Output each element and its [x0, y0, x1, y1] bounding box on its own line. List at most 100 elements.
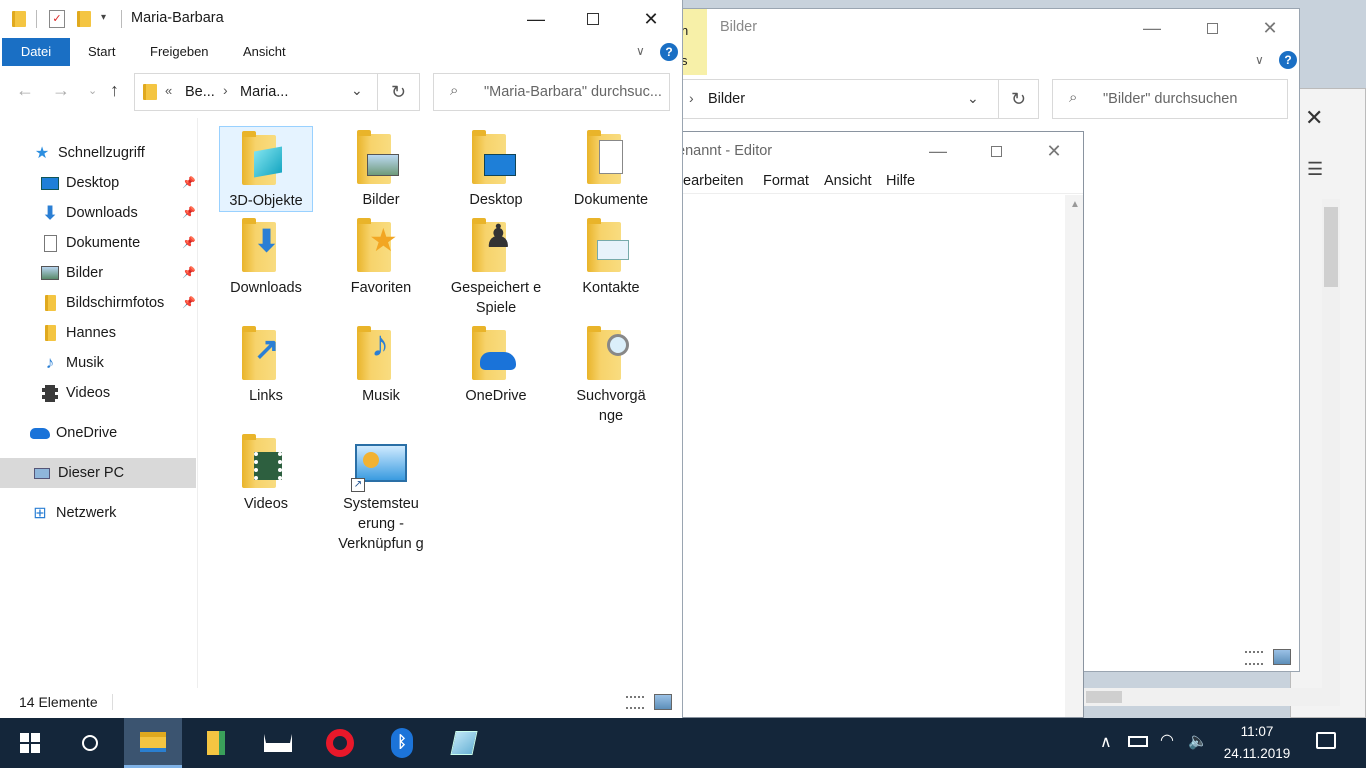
taskbar-bluetooth[interactable]: ᛒ: [374, 718, 430, 768]
clock-time[interactable]: 11:07: [1222, 724, 1292, 739]
search-field[interactable]: ⌕ "Bilder" durchsuchen: [1052, 79, 1288, 119]
menu-ansicht[interactable]: Ansicht: [824, 173, 872, 189]
folder-music-icon: ♪: [351, 326, 411, 386]
vertical-scrollbar[interactable]: ▲: [1065, 195, 1083, 717]
nav-videos[interactable]: Videos: [0, 378, 196, 408]
nav-network[interactable]: ⊞ Netzwerk: [0, 498, 196, 528]
details-view-icon[interactable]: [626, 696, 644, 709]
properties-icon[interactable]: ✓: [49, 10, 65, 28]
tile-pictures[interactable]: Bilder: [334, 126, 428, 210]
tab-ansicht[interactable]: Ansicht: [243, 38, 286, 66]
tile-contacts[interactable]: Kontakte: [564, 214, 658, 298]
minimize-button[interactable]: —: [507, 0, 565, 38]
tile-documents[interactable]: Dokumente: [564, 126, 658, 210]
pin-icon[interactable]: 📌: [182, 266, 196, 279]
nav-hannes[interactable]: Hannes: [0, 318, 196, 348]
nav-label: Videos: [66, 385, 111, 401]
settings-sliders-icon[interactable]: ☰: [1307, 159, 1323, 180]
maximize-button[interactable]: [967, 132, 1025, 170]
search-placeholder: "Bilder" durchsuchen: [1103, 91, 1238, 107]
nav-downloads[interactable]: ⬇ Downloads 📌: [0, 198, 196, 228]
action-center-icon[interactable]: [1316, 732, 1336, 749]
pin-icon[interactable]: 📌: [182, 206, 196, 219]
tile-onedrive[interactable]: OneDrive: [449, 322, 543, 406]
pin-icon[interactable]: 📌: [182, 236, 196, 249]
search-button[interactable]: [62, 718, 118, 768]
tile-links[interactable]: ↗ Links: [219, 322, 313, 406]
nav-this-pc[interactable]: Dieser PC: [0, 458, 196, 488]
large-icons-view-icon[interactable]: [1273, 649, 1291, 665]
nav-desktop[interactable]: Desktop 📌: [0, 168, 196, 198]
minimize-button[interactable]: —: [909, 132, 967, 170]
refresh-button[interactable]: ↻: [378, 73, 420, 111]
taskbar-opera[interactable]: [312, 718, 368, 768]
tab-freigeben[interactable]: Freigeben: [150, 38, 209, 66]
tile-saved-games[interactable]: ♟ Gespeichert e Spiele: [449, 214, 543, 318]
chevron-down-icon[interactable]: ∨: [636, 44, 645, 58]
address-bar[interactable]: › Bilder ⌄: [661, 79, 999, 119]
close-button[interactable]: ✕: [622, 0, 680, 38]
menu-bearbeiten[interactable]: earbeiten: [683, 173, 743, 189]
taskbar-file-explorer[interactable]: [124, 718, 182, 768]
back-button[interactable]: ←: [16, 80, 34, 101]
tab-start[interactable]: Start: [88, 38, 115, 66]
breadcrumb-item[interactable]: Be...: [185, 84, 215, 100]
recent-locations-icon[interactable]: ⌄: [88, 84, 97, 97]
tile-desktop[interactable]: Desktop: [449, 126, 543, 210]
show-hidden-icons-icon[interactable]: ∧: [1100, 732, 1112, 752]
folder-onedrive-icon: [466, 326, 526, 386]
address-bar[interactable]: « Be... › Maria... ⌄: [134, 73, 378, 111]
battery-icon[interactable]: [1128, 736, 1148, 747]
nav-pictures[interactable]: Bilder 📌: [0, 258, 196, 288]
wifi-icon[interactable]: ◠: [1160, 730, 1174, 750]
nav-documents[interactable]: Dokumente 📌: [0, 228, 196, 258]
tile-music[interactable]: ♪ Musik: [334, 322, 428, 406]
large-icons-view-icon[interactable]: [654, 694, 672, 710]
pin-icon[interactable]: 📌: [182, 296, 196, 309]
up-button[interactable]: ↑: [110, 80, 119, 101]
close-icon[interactable]: ✕: [1305, 105, 1323, 131]
start-button[interactable]: [2, 718, 58, 768]
menu-hilfe[interactable]: Hilfe: [886, 173, 915, 189]
tile-videos[interactable]: Videos: [219, 430, 313, 514]
maximize-button[interactable]: [564, 0, 622, 38]
clock-date[interactable]: 24.11.2019: [1218, 746, 1296, 761]
nav-onedrive[interactable]: OneDrive: [0, 418, 196, 448]
taskbar-notepad[interactable]: [436, 718, 492, 768]
scroll-up-icon[interactable]: ▲: [1070, 199, 1080, 210]
nav-screenshots[interactable]: Bildschirmfotos 📌: [0, 288, 196, 318]
help-icon[interactable]: ?: [660, 43, 678, 61]
taskbar-mail[interactable]: [250, 718, 306, 768]
tab-datei[interactable]: Datei: [2, 38, 70, 66]
horizontal-scrollbar[interactable]: [1084, 688, 1340, 706]
customize-quick-access-icon[interactable]: ▾: [101, 12, 106, 23]
nav-music[interactable]: ♪ Musik: [0, 348, 196, 378]
breadcrumb-item[interactable]: Maria...: [240, 84, 288, 100]
maximize-button[interactable]: [1183, 9, 1241, 47]
close-button[interactable]: ✕: [1025, 132, 1083, 170]
details-view-icon[interactable]: [1245, 651, 1263, 665]
minimize-button[interactable]: —: [1123, 9, 1181, 47]
breadcrumb-overflow[interactable]: «: [165, 83, 172, 98]
tile-searches[interactable]: Suchvorgä nge: [564, 322, 658, 426]
taskbar-user-folder[interactable]: [188, 718, 244, 768]
tile-favorites[interactable]: ★ Favoriten: [334, 214, 428, 298]
text-area[interactable]: [661, 195, 1065, 717]
vertical-scrollbar[interactable]: [1322, 199, 1340, 689]
volume-icon[interactable]: 🔈: [1188, 731, 1208, 751]
tile-control-panel-shortcut[interactable]: ↗ Systemsteu erung - Verknüpfun g: [334, 430, 428, 554]
search-field[interactable]: ⌕ "Maria-Barbara" durchsuc...: [433, 73, 670, 111]
refresh-button[interactable]: ↻: [999, 79, 1039, 119]
tile-3d-objects[interactable]: 3D-Objekte: [219, 126, 313, 212]
chevron-down-icon[interactable]: ∨: [1255, 53, 1264, 67]
tile-downloads[interactable]: ⬇ Downloads: [219, 214, 313, 298]
menu-format[interactable]: Format: [763, 173, 809, 189]
chevron-down-icon[interactable]: ⌄: [351, 82, 363, 99]
chevron-down-icon[interactable]: ⌄: [967, 90, 979, 107]
forward-button[interactable]: →: [52, 80, 70, 101]
help-icon[interactable]: ?: [1279, 51, 1297, 69]
nav-quick-access[interactable]: ★ Schnellzugriff: [0, 138, 196, 168]
pin-icon[interactable]: 📌: [182, 176, 196, 189]
close-button[interactable]: ✕: [1241, 9, 1299, 47]
new-folder-icon[interactable]: [77, 11, 91, 27]
